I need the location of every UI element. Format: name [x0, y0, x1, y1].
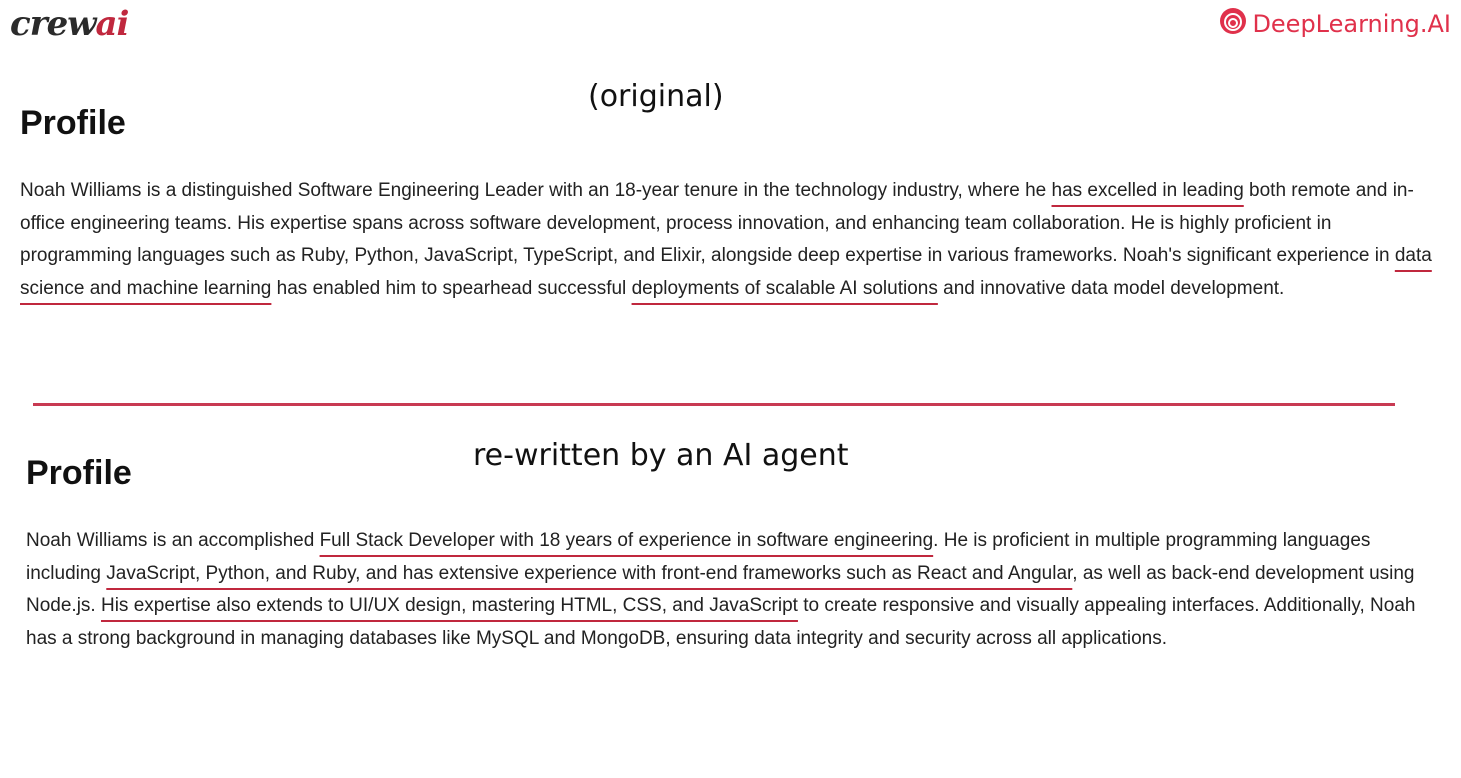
- text-segment: and innovative data model development.: [937, 277, 1285, 299]
- highlighted-phrase: Full Stack Developer with 18 years of ex…: [319, 530, 934, 551]
- crewai-logo-ai: ai: [95, 4, 130, 44]
- text-segment: Noah Williams is a distinguished Softwar…: [20, 180, 1052, 201]
- rewritten-profile-heading: Profile: [26, 454, 132, 492]
- highlighted-phrase: JavaScript, Python, and Ruby, and has ex…: [106, 562, 1073, 584]
- deeplearning-logo-text: DeepLearning.AI: [1252, 10, 1451, 38]
- deeplearning-logo-icon: [1219, 7, 1247, 41]
- text-segment: Noah Williams is an accomplished: [26, 530, 320, 551]
- section-divider: [33, 403, 1395, 406]
- deeplearning-logo: DeepLearning.AI: [1219, 6, 1451, 42]
- crewai-logo-crew: crew: [10, 4, 97, 44]
- original-profile-heading: Profile: [20, 104, 126, 142]
- text-segment: has enabled him to spearhead successful: [271, 277, 632, 299]
- highlighted-phrase: His expertise also extends to UI/UX desi…: [100, 595, 798, 616]
- crewai-logo: crewai: [10, 4, 130, 44]
- rewritten-caption: re-written by an AI agent: [473, 438, 849, 473]
- original-caption: (original): [588, 79, 724, 114]
- original-profile-paragraph: Noah Williams is a distinguished Softwar…: [20, 175, 1445, 305]
- rewritten-profile-paragraph: Noah Williams is an accomplished Full St…: [26, 525, 1441, 655]
- highlighted-phrase: has excelled in leading: [1051, 180, 1244, 201]
- highlighted-phrase: deployments of scalable AI solutions: [631, 277, 938, 299]
